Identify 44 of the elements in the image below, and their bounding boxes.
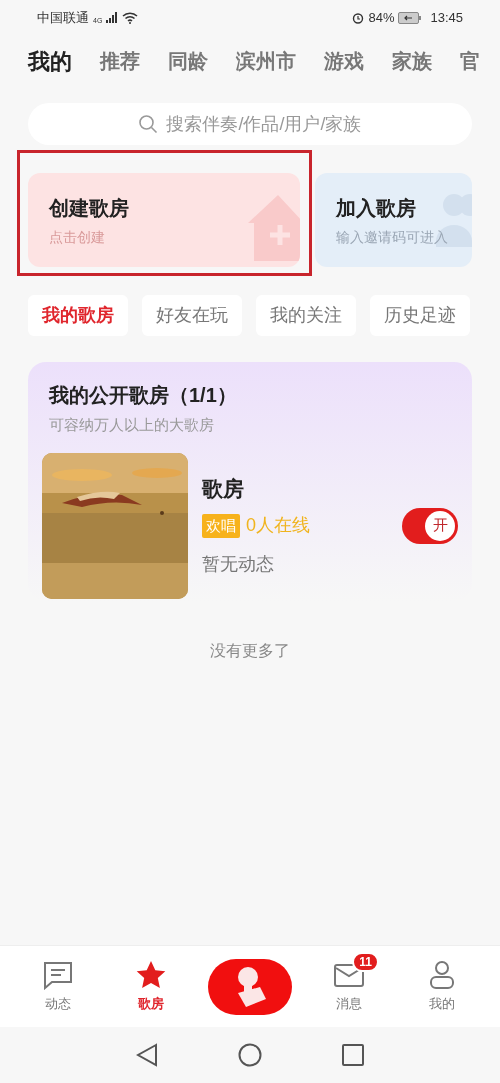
room-filter-tab[interactable]: 我的歌房 (28, 295, 128, 336)
section-title: 我的公开歌房（1/1） (49, 383, 238, 408)
home-icon (238, 1043, 262, 1067)
back-icon (136, 1043, 158, 1067)
card-subtitle: 输入邀请码可进入 (336, 227, 448, 247)
chat-icon (42, 959, 75, 990)
search-field[interactable]: 搜索伴奏/作品/用户/家族 (28, 103, 472, 145)
category-tab[interactable]: 游戏 (324, 46, 364, 76)
section-subtitle: 可容纳万人以上的大歌房 (49, 415, 215, 435)
house-plus-icon (248, 195, 300, 261)
clock-time: 13:45 (430, 8, 463, 27)
end-note: 没有更多了 (209, 640, 291, 661)
search-icon (138, 114, 159, 134)
room-activity: 暂无动态 (202, 553, 275, 577)
category-tab[interactable]: 我的 (28, 44, 72, 78)
room-name: 歌房 (202, 475, 245, 502)
card-subtitle: 点击创建 (49, 227, 105, 247)
category-tab[interactable]: 同龄 (168, 46, 208, 76)
create-room-card[interactable]: 创建歌房 点击创建 (28, 173, 300, 267)
room-toggle[interactable]: 开 (402, 507, 458, 544)
nav-tab[interactable]: 歌房 (115, 959, 186, 1014)
unread-badge: 11 (352, 951, 380, 972)
room-tag: 欢唱 (202, 513, 240, 538)
alarm-icon (352, 11, 365, 24)
card-title: 加入歌房 (336, 195, 416, 221)
nav-tab[interactable]: 动态 (23, 959, 94, 1014)
recents-icon (342, 1044, 364, 1066)
carrier-name: 中国联通 (37, 8, 89, 27)
wifi-icon (122, 11, 139, 24)
room-filter-tab[interactable]: 历史足迹 (370, 295, 470, 336)
category-tab[interactable]: 官 (460, 46, 480, 76)
room-filter-tab[interactable]: 我的关注 (256, 295, 356, 336)
battery-icon (398, 11, 423, 24)
star-icon (134, 959, 167, 990)
online-count: 0人在线 (246, 514, 310, 538)
card-title: 创建歌房 (49, 195, 129, 221)
join-room-card[interactable]: 加入歌房 输入邀请码可进入 (315, 173, 472, 267)
category-tab[interactable]: 推荐 (100, 46, 140, 76)
nav-tab[interactable]: 我的 (406, 959, 477, 1014)
category-tab[interactable]: 家族 (392, 46, 432, 76)
battery-percent: 84% (368, 8, 395, 27)
category-tab[interactable]: 滨州市 (236, 46, 296, 76)
room-filter-tab[interactable]: 好友在玩 (142, 295, 242, 336)
signal-icon (106, 12, 119, 23)
